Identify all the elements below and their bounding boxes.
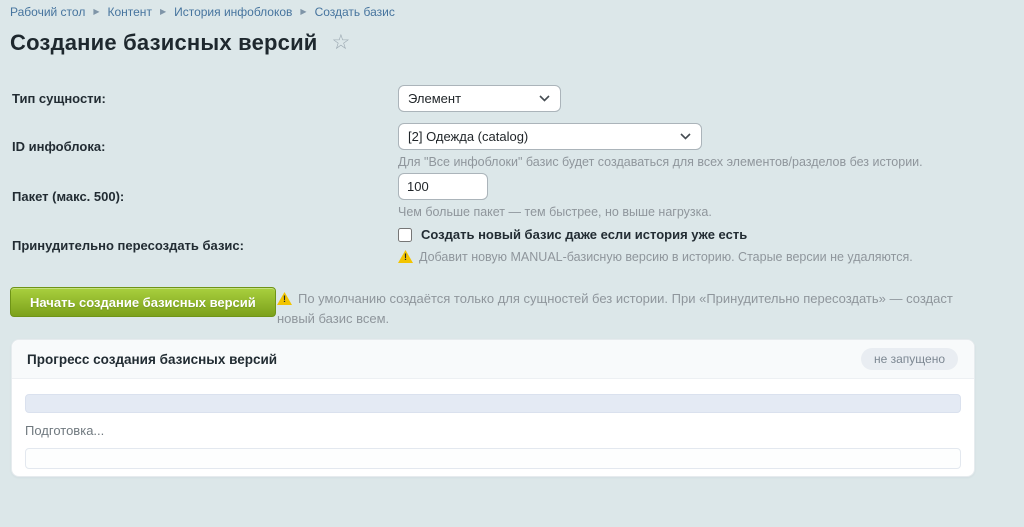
breadcrumb-item-content[interactable]: Контент [107, 5, 151, 19]
progress-log-box [25, 448, 961, 469]
warning-triangle-icon [398, 250, 413, 263]
chevron-down-icon [680, 133, 691, 140]
breadcrumb-item-create-basis[interactable]: Создать базис [315, 5, 395, 19]
page: Рабочий стол ▶ Контент ▶ История инфобло… [0, 0, 1024, 527]
batch-size-label: Пакет (макс. 500): [12, 189, 124, 204]
action-warning: По умолчанию создаётся только для сущнос… [277, 289, 993, 328]
iblock-id-select[interactable]: [2] Одежда (catalog) [398, 123, 702, 150]
iblock-id-hint: Для "Все инфоблоки" базис будет создават… [398, 155, 923, 169]
status-badge: не запущено [861, 348, 958, 370]
force-recreate-warning: Добавит новую MANUAL-базисную версию в и… [398, 248, 913, 266]
breadcrumb-separator-icon: ▶ [300, 6, 306, 18]
entity-type-select[interactable]: Элемент [398, 85, 561, 112]
progress-bar [25, 394, 961, 413]
page-title-row: Создание базисных версий ☆ [10, 30, 350, 56]
batch-size-input[interactable] [398, 173, 488, 200]
action-warning-text: По умолчанию создаётся только для сущнос… [277, 291, 953, 326]
batch-size-hint: Чем больше пакет — тем быстрее, но выше … [398, 205, 712, 219]
iblock-id-selected-value: [2] Одежда (catalog) [408, 129, 528, 144]
entity-type-selected-value: Элемент [408, 91, 461, 106]
progress-card: Прогресс создания базисных версий не зап… [11, 339, 975, 477]
progress-card-header: Прогресс создания базисных версий не зап… [12, 340, 974, 379]
entity-type-label: Тип сущности: [12, 91, 106, 106]
breadcrumb: Рабочий стол ▶ Контент ▶ История инфобло… [10, 5, 395, 19]
page-title: Создание базисных версий [10, 30, 318, 56]
progress-status-text: Подготовка... [25, 423, 104, 438]
start-basis-creation-button[interactable]: Начать создание базисных версий [10, 287, 276, 317]
progress-card-body: Подготовка... [12, 379, 974, 477]
progress-title: Прогресс создания базисных версий [27, 352, 277, 367]
iblock-id-label: ID инфоблока: [12, 139, 105, 154]
force-recreate-checkbox[interactable] [398, 228, 412, 242]
force-recreate-label: Принудительно пересоздать базис: [12, 238, 244, 253]
breadcrumb-item-desktop[interactable]: Рабочий стол [10, 5, 85, 19]
breadcrumb-item-iblock-history[interactable]: История инфоблоков [174, 5, 292, 19]
breadcrumb-separator-icon: ▶ [160, 6, 166, 18]
favorite-star-icon[interactable]: ☆ [332, 33, 351, 53]
force-recreate-checkbox-row: Создать новый базис даже если история уж… [398, 227, 747, 242]
breadcrumb-separator-icon: ▶ [93, 6, 99, 18]
force-recreate-checkbox-label[interactable]: Создать новый базис даже если история уж… [421, 227, 747, 242]
chevron-down-icon [539, 95, 550, 102]
warning-triangle-icon [277, 292, 292, 305]
force-recreate-warning-text: Добавит новую MANUAL-базисную версию в и… [419, 250, 913, 264]
